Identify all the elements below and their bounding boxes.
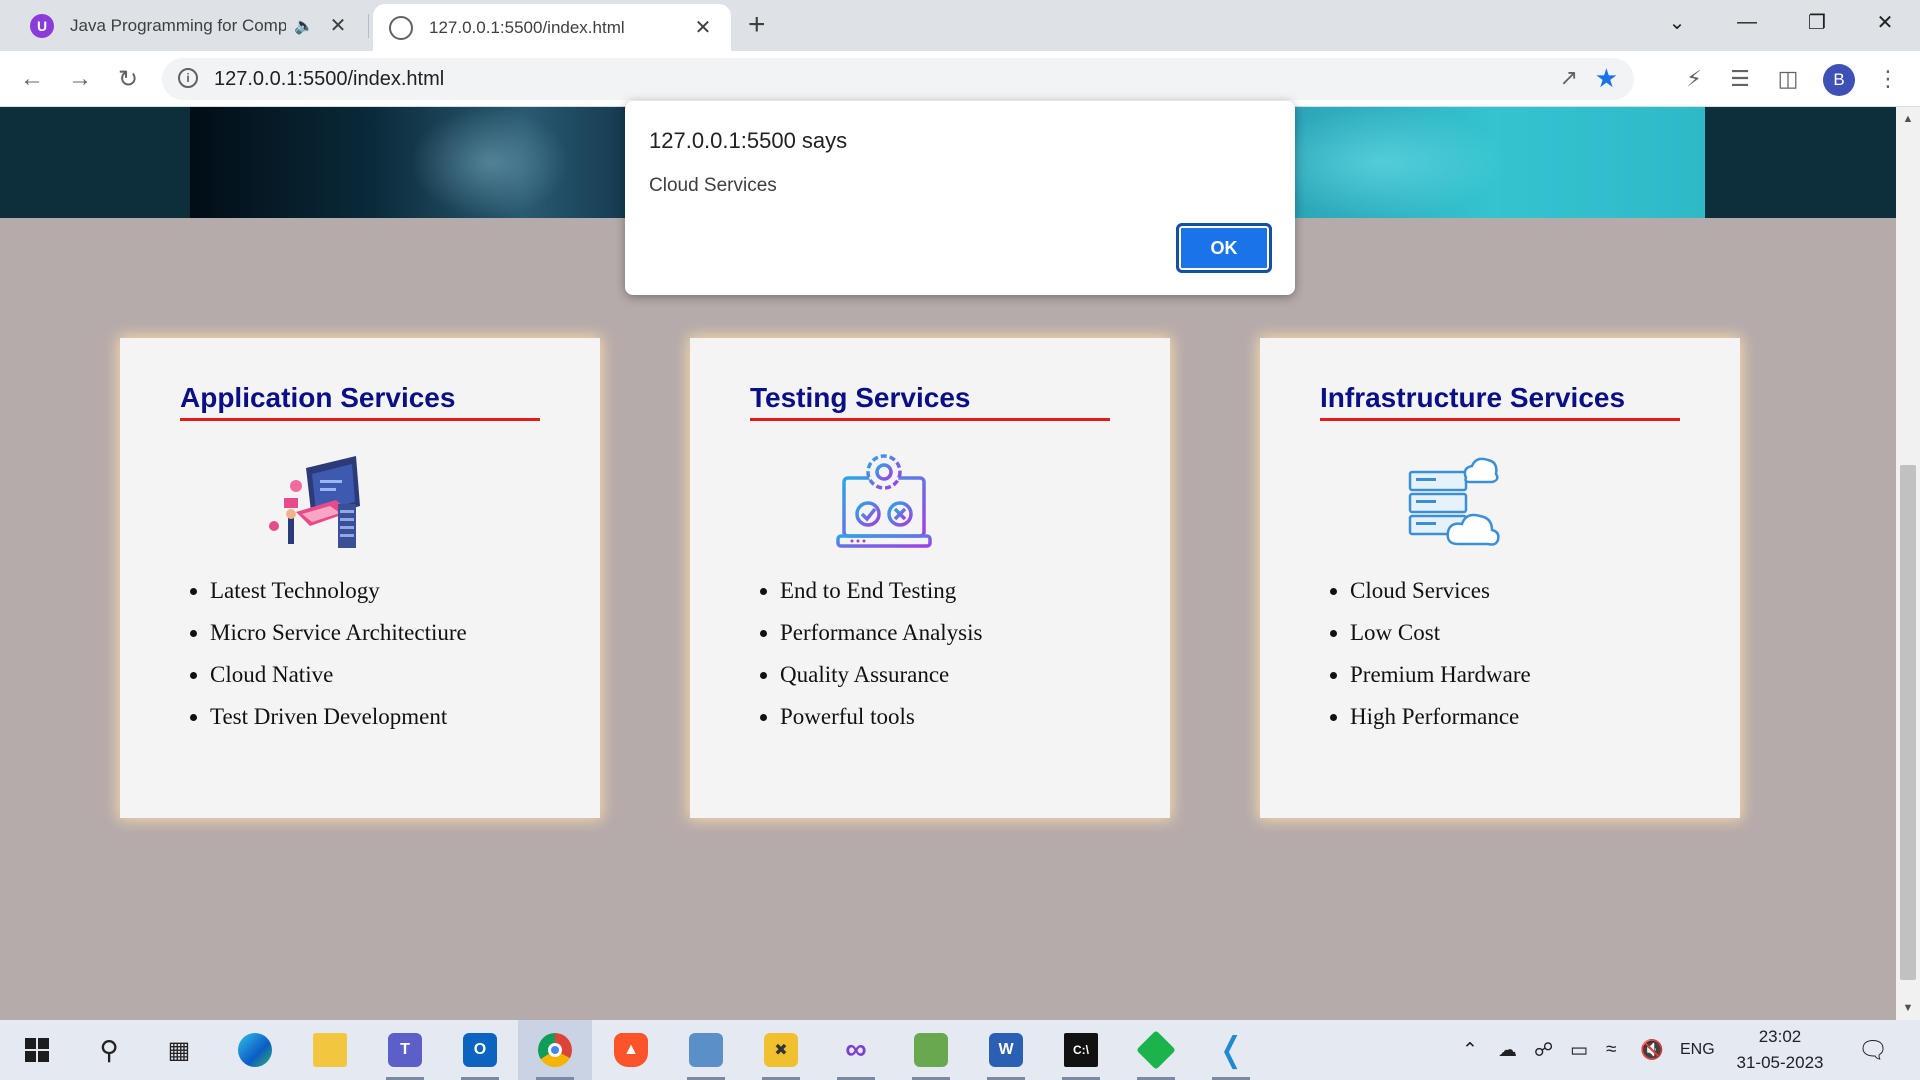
- task-view-icon[interactable]: ▦: [142, 1020, 216, 1080]
- show-hidden-icons-icon[interactable]: ⌃: [1462, 1020, 1478, 1080]
- tab-index-html[interactable]: 127.0.0.1:5500/index.html ✕: [373, 4, 731, 51]
- archive-app-icon[interactable]: [669, 1020, 743, 1080]
- list-item: Micro Service Architectiure: [210, 612, 467, 654]
- scroll-down-arrow-icon[interactable]: ▼: [1896, 996, 1920, 1020]
- card-title: Application Services: [180, 382, 540, 421]
- vscode-icon[interactable]: ❬: [1194, 1020, 1268, 1080]
- site-info-icon[interactable]: i: [178, 68, 198, 88]
- feature-list: End to End Testing Performance Analysis …: [780, 570, 982, 738]
- list-item: Premium Hardware: [1350, 654, 1531, 696]
- back-button[interactable]: ←: [13, 60, 51, 98]
- service-card-infrastructure: Infrastructure Services Cloud Services L…: [1260, 338, 1740, 818]
- windows-taskbar: ⚲ ▦ T O ▲ ✖ ∞ W C:\ ❬ ⌃ ☁ ☍ ▭ ≈ 🔇 ENG 23…: [0, 1020, 1920, 1080]
- windows-start-icon[interactable]: [0, 1020, 74, 1080]
- minimize-button[interactable]: —: [1712, 0, 1782, 44]
- extension-icon[interactable]: ⚡: [1678, 63, 1710, 95]
- tab-search-icon[interactable]: ⌄: [1642, 0, 1712, 44]
- server-cloud-icon: [1408, 457, 1500, 546]
- image-app-icon[interactable]: [894, 1020, 968, 1080]
- tab-separator: [368, 14, 369, 38]
- terminal-icon[interactable]: C:\: [1044, 1020, 1118, 1080]
- scroll-up-arrow-icon[interactable]: ▲: [1896, 107, 1920, 131]
- profile-avatar[interactable]: B: [1823, 64, 1855, 96]
- feature-list: Cloud Services Low Cost Premium Hardware…: [1350, 570, 1531, 738]
- alert-dialog: 127.0.0.1:5500 says Cloud Services OK: [625, 101, 1295, 295]
- url-text[interactable]: 127.0.0.1:5500/index.html: [214, 68, 444, 91]
- teams-icon[interactable]: T: [368, 1020, 442, 1080]
- language-indicator[interactable]: ENG: [1680, 1020, 1715, 1080]
- list-item: Cloud Native: [210, 654, 467, 696]
- browser-toolbar: ← → ↻ i 127.0.0.1:5500/index.html ↗ ★ ⚡ …: [0, 51, 1920, 107]
- menu-icon[interactable]: ⋮: [1872, 63, 1904, 95]
- service-card-application: Application Services Latest Technology M…: [120, 338, 600, 818]
- outlook-icon[interactable]: O: [443, 1020, 517, 1080]
- media-control-icon[interactable]: ☰: [1724, 63, 1756, 95]
- system-clock[interactable]: 23:02 31-05-2023: [1730, 1024, 1830, 1076]
- tab-title: Java Programming for Comp: [70, 15, 287, 35]
- green-app-icon[interactable]: [1119, 1020, 1193, 1080]
- forward-button[interactable]: →: [61, 60, 99, 98]
- purple-u-icon: U: [30, 13, 54, 38]
- bookmark-star-icon[interactable]: ★: [1595, 63, 1618, 94]
- chrome-icon[interactable]: [518, 1020, 592, 1080]
- close-tab-icon[interactable]: ✕: [326, 13, 350, 38]
- page-scrollbar[interactable]: ▲ ▼: [1896, 107, 1920, 1020]
- visual-studio-icon[interactable]: ∞: [819, 1020, 893, 1080]
- tab-java-programming[interactable]: U Java Programming for Comp 🔈 ✕: [14, 0, 366, 51]
- list-item: Test Driven Development: [210, 696, 467, 738]
- ok-button[interactable]: OK: [1176, 223, 1272, 273]
- reload-button[interactable]: ↻: [109, 60, 147, 98]
- card-title: Testing Services: [750, 382, 1110, 421]
- list-item: Cloud Services: [1350, 570, 1531, 612]
- scroll-thumb[interactable]: [1900, 465, 1916, 980]
- tools-app-icon[interactable]: ✖: [744, 1020, 818, 1080]
- list-item: End to End Testing: [780, 570, 982, 612]
- volume-muted-icon[interactable]: 🔇: [1640, 1020, 1664, 1080]
- tab-title: 127.0.0.1:5500/index.html: [429, 17, 625, 37]
- close-tab-icon[interactable]: ✕: [691, 15, 715, 40]
- wifi-icon[interactable]: ≈: [1606, 1020, 1616, 1080]
- clock-time: 23:02: [1758, 1027, 1802, 1046]
- dialog-title: 127.0.0.1:5500 says: [649, 128, 848, 153]
- edge-icon[interactable]: [218, 1020, 292, 1080]
- service-card-testing: Testing Services End to End Testing: [690, 338, 1170, 818]
- card-title: Infrastructure Services: [1320, 382, 1680, 421]
- dialog-message: Cloud Services: [649, 175, 777, 196]
- tab-strip: U Java Programming for Comp 🔈 ✕ 127.0.0.…: [0, 0, 1920, 51]
- list-item: Powerful tools: [780, 696, 982, 738]
- list-item: High Performance: [1350, 696, 1531, 738]
- feature-list: Latest Technology Micro Service Architec…: [210, 570, 467, 738]
- word-icon[interactable]: W: [969, 1020, 1043, 1080]
- speaker-icon[interactable]: 🔈: [294, 16, 314, 36]
- globe-icon: [389, 15, 413, 40]
- list-item: Quality Assurance: [780, 654, 982, 696]
- battery-icon[interactable]: ▭: [1570, 1020, 1588, 1080]
- developer-laptop-illustration: [269, 456, 360, 548]
- file-explorer-icon[interactable]: [293, 1020, 367, 1080]
- share-icon[interactable]: ↗: [1560, 65, 1578, 91]
- onedrive-icon[interactable]: ☁: [1498, 1020, 1517, 1080]
- teams-tray-icon[interactable]: ☍: [1534, 1020, 1553, 1080]
- new-tab-button[interactable]: +: [748, 8, 766, 42]
- notification-icon[interactable]: 🗨: [1858, 1020, 1888, 1080]
- list-item: Low Cost: [1350, 612, 1531, 654]
- side-panel-icon[interactable]: ◫: [1772, 63, 1804, 95]
- list-item: Latest Technology: [210, 570, 467, 612]
- address-bar[interactable]: i 127.0.0.1:5500/index.html ↗ ★: [162, 58, 1634, 100]
- clock-date: 31-05-2023: [1736, 1053, 1824, 1072]
- restore-button[interactable]: ❐: [1782, 0, 1852, 44]
- search-icon[interactable]: ⚲: [72, 1020, 146, 1080]
- brave-icon[interactable]: ▲: [594, 1020, 668, 1080]
- gear-laptop-testing-icon: [836, 454, 932, 548]
- close-window-button[interactable]: ✕: [1850, 0, 1920, 44]
- list-item: Performance Analysis: [780, 612, 982, 654]
